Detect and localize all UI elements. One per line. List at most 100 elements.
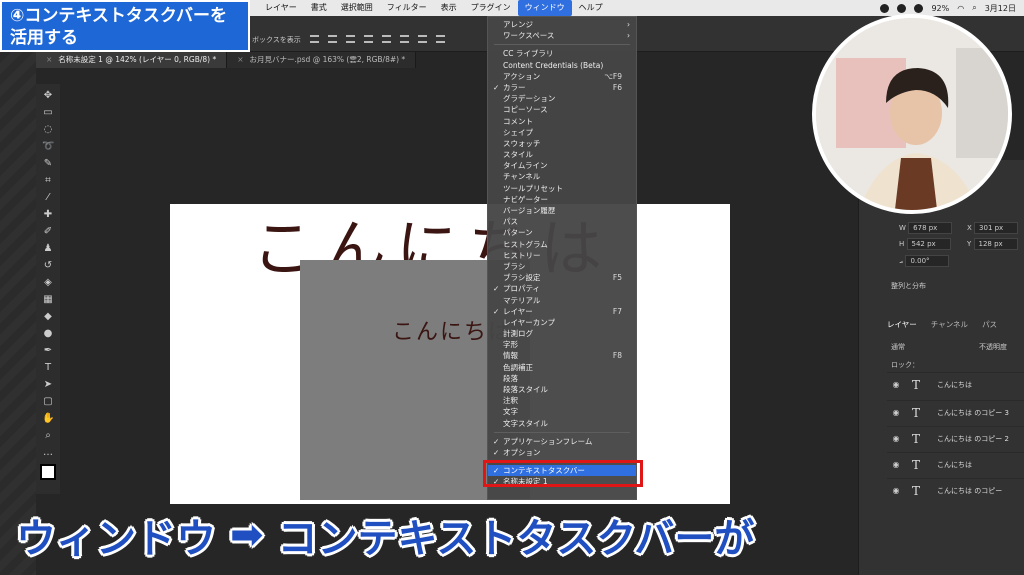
marquee-tool-icon[interactable]: ◌ [42,124,54,136]
align-icon[interactable] [310,35,319,43]
menu-item[interactable]: バージョン履歴 [488,205,636,216]
menu-item[interactable]: CC ライブラリ [488,48,636,59]
menu-item[interactable]: ナビゲーター [488,194,636,205]
menu-item[interactable]: ブラシ [488,261,636,272]
menu-help[interactable]: ヘルプ [572,0,610,16]
menu-item[interactable]: ツールプリセット [488,183,636,194]
gradient-tool-icon[interactable]: ▦ [42,294,54,306]
more-tools-icon[interactable]: … [42,447,54,459]
menu-plugins[interactable]: プラグイン [464,0,518,16]
healing-brush-icon[interactable]: ✚ [42,209,54,221]
tab-layers[interactable]: レイヤー [887,319,917,330]
hand-tool-icon[interactable]: ✋ [42,413,54,425]
close-icon[interactable]: × [46,55,52,64]
align-icon[interactable] [400,35,409,43]
color-swatch-icon[interactable] [40,464,56,480]
align-icon[interactable] [364,35,373,43]
angle-field[interactable]: 0.00° [905,255,950,267]
tab-paths[interactable]: パス [982,319,997,330]
menu-item[interactable]: ブラシ設定 F5 [488,272,636,283]
eye-icon[interactable]: ◉ [887,486,905,495]
layer-row[interactable]: ◉ T こんにちは のコピー 2 [887,426,1024,450]
layer-row[interactable]: ◉ T こんにちは のコピー 3 [887,400,1024,424]
menu-item[interactable]: 色調補正 [488,362,636,373]
menu-item[interactable]: レイヤーカンプ [488,317,636,328]
menu-item[interactable]: ヒストリー [488,250,636,261]
eye-icon[interactable]: ◉ [887,434,905,443]
eye-icon[interactable]: ◉ [887,460,905,469]
menu-item[interactable]: ✓ オプション [488,447,636,458]
status-icon[interactable] [880,3,890,13]
brush-tool-icon[interactable]: ✐ [42,226,54,238]
artboard-tool-icon[interactable]: ▭ [42,107,54,119]
path-select-icon[interactable]: ➤ [42,379,54,391]
menu-item[interactable]: チャンネル [488,171,636,182]
menu-item[interactable]: 文字 [488,406,636,417]
pen-tool-icon[interactable]: ✒ [42,345,54,357]
layer-row[interactable]: ◉ T こんにちは [887,372,1024,396]
width-field[interactable]: 678 px [908,222,953,234]
eyedropper-icon[interactable]: ⁄ [42,192,54,204]
height-field[interactable]: 542 px [906,238,951,250]
menu-view[interactable]: 表示 [434,0,464,16]
menu-item[interactable]: シェイプ [488,127,636,138]
menu-item[interactable]: アクション ⌥F9 [488,71,636,82]
menu-item[interactable]: Content Credentials (Beta) [488,60,636,71]
menu-filter[interactable]: フィルター [380,0,434,16]
menu-item[interactable]: スウォッチ [488,138,636,149]
menu-select[interactable]: 選択範囲 [334,0,380,16]
menu-item-workspace[interactable]: ワークスペース › [488,30,636,41]
menu-item[interactable]: ✓ アプリケーションフレーム [488,436,636,447]
menu-item[interactable]: 段落スタイル [488,384,636,395]
menu-item[interactable]: ✓ レイヤー F7 [488,306,636,317]
show-transform-controls-label[interactable]: ボックスを表示 [252,35,301,45]
align-icon[interactable] [382,35,391,43]
menu-item[interactable]: 段落 [488,373,636,384]
blend-mode-select[interactable]: 通常 [891,342,905,352]
menu-window[interactable]: ウィンドウ [517,0,572,16]
menu-item[interactable]: ヒストグラム [488,239,636,250]
menu-item[interactable]: 注釈 [488,395,636,406]
eraser-tool-icon[interactable]: ◈ [42,277,54,289]
menu-item[interactable]: タイムライン [488,160,636,171]
align-icon[interactable] [418,35,427,43]
tab-document-1[interactable]: × 名称未設定 1 @ 142% (レイヤー 0, RGB/8) * [36,52,228,68]
menu-item[interactable]: パターン [488,227,636,238]
menu-item[interactable]: グラデーション [488,93,636,104]
align-section-title[interactable]: 整列と分布 [891,281,926,291]
eye-icon[interactable]: ◉ [887,408,905,417]
menu-item[interactable]: 文字スタイル [488,418,636,429]
menu-item-arrange[interactable]: アレンジ › [488,19,636,30]
close-icon[interactable]: × [237,55,243,64]
align-icon[interactable] [436,35,445,43]
bluetooth-icon[interactable] [914,3,924,13]
shape-tool-icon[interactable]: ▢ [42,396,54,408]
lasso-tool-icon[interactable]: ➰ [42,141,54,153]
stamp-tool-icon[interactable]: ♟ [42,243,54,255]
move-tool-icon[interactable]: ✥ [42,90,54,102]
blur-tool-icon[interactable]: ◆ [42,311,54,323]
document-canvas[interactable]: こんにちは こんにちは [170,204,730,504]
menu-item[interactable]: パス [488,216,636,227]
layer-row[interactable]: ◉ T こんにちは [887,452,1024,476]
menu-item[interactable]: コメント [488,116,636,127]
menu-item[interactable]: 字形 [488,339,636,350]
y-field[interactable]: 128 px [973,238,1018,250]
wifi-icon[interactable]: ◠ [957,4,964,13]
zoom-tool-icon[interactable]: ⌕ [42,430,54,442]
crop-tool-icon[interactable]: ⌗ [42,175,54,187]
menu-item[interactable]: ✓ カラー F6 [488,82,636,93]
menu-item[interactable]: マテリアル [488,295,636,306]
type-tool-icon[interactable]: T [42,362,54,374]
menu-layer[interactable]: レイヤー [258,0,304,16]
eye-icon[interactable]: ◉ [887,380,905,389]
align-icon[interactable] [328,35,337,43]
history-brush-icon[interactable]: ↺ [42,260,54,272]
tab-channels[interactable]: チャンネル [931,319,968,330]
menu-item[interactable]: ✓ プロパティ [488,283,636,294]
tab-document-2[interactable]: × お月見バナー.psd @ 163% (雲2, RGB/8#) * [227,52,417,68]
menu-item[interactable]: 情報 F8 [488,350,636,361]
align-icon[interactable] [346,35,355,43]
menu-item[interactable]: 計測ログ [488,328,636,339]
dodge-tool-icon[interactable]: ● [42,328,54,340]
